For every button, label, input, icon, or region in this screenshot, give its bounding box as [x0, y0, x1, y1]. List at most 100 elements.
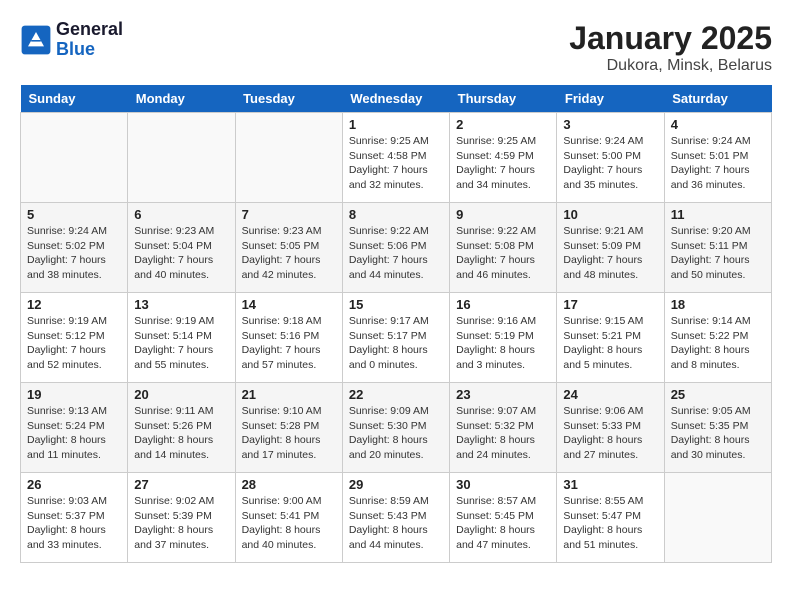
- month-title: January 2025: [569, 20, 772, 57]
- day-number: 23: [456, 387, 550, 402]
- day-info: Sunrise: 9:22 AM Sunset: 5:06 PM Dayligh…: [349, 224, 443, 283]
- day-info: Sunrise: 9:18 AM Sunset: 5:16 PM Dayligh…: [242, 314, 336, 373]
- day-info: Sunrise: 9:10 AM Sunset: 5:28 PM Dayligh…: [242, 404, 336, 463]
- calendar-day-cell: 23 Sunrise: 9:07 AM Sunset: 5:32 PM Dayli…: [450, 383, 557, 473]
- day-info: Sunrise: 9:14 AM Sunset: 5:22 PM Dayligh…: [671, 314, 765, 373]
- calendar-day-cell: [128, 113, 235, 203]
- calendar-day-cell: [21, 113, 128, 203]
- calendar-body: 1 Sunrise: 9:25 AM Sunset: 4:58 PM Daylig…: [21, 113, 772, 563]
- calendar-day-cell: 24 Sunrise: 9:06 AM Sunset: 5:33 PM Dayli…: [557, 383, 664, 473]
- day-info: Sunrise: 9:23 AM Sunset: 5:04 PM Dayligh…: [134, 224, 228, 283]
- weekday-header-sunday: Sunday: [21, 85, 128, 113]
- logo: General Blue: [20, 20, 123, 60]
- day-number: 9: [456, 207, 550, 222]
- calendar-day-cell: 21 Sunrise: 9:10 AM Sunset: 5:28 PM Dayli…: [235, 383, 342, 473]
- day-info: Sunrise: 9:23 AM Sunset: 5:05 PM Dayligh…: [242, 224, 336, 283]
- calendar-day-cell: 28 Sunrise: 9:00 AM Sunset: 5:41 PM Dayli…: [235, 473, 342, 563]
- calendar-day-cell: 30Sunrise: 8:57 AM Sunset: 5:45 PM Dayli…: [450, 473, 557, 563]
- calendar-week-row: 19Sunrise: 9:13 AM Sunset: 5:24 PM Dayli…: [21, 383, 772, 473]
- day-info: Sunrise: 9:17 AM Sunset: 5:17 PM Dayligh…: [349, 314, 443, 373]
- location: Dukora, Minsk, Belarus: [569, 57, 772, 75]
- logo-icon: [20, 24, 52, 56]
- day-number: 18: [671, 297, 765, 312]
- day-number: 3: [563, 117, 657, 132]
- calendar-day-cell: 13 Sunrise: 9:19 AM Sunset: 5:14 PM Dayli…: [128, 293, 235, 383]
- day-number: 2: [456, 117, 550, 132]
- calendar-day-cell: 2Sunrise: 9:25 AM Sunset: 4:59 PM Daylig…: [450, 113, 557, 203]
- day-number: 8: [349, 207, 443, 222]
- weekday-header-tuesday: Tuesday: [235, 85, 342, 113]
- calendar-day-cell: 6 Sunrise: 9:23 AM Sunset: 5:04 PM Daylig…: [128, 203, 235, 293]
- weekday-header-thursday: Thursday: [450, 85, 557, 113]
- day-number: 31: [563, 477, 657, 492]
- calendar-day-cell: 22Sunrise: 9:09 AM Sunset: 5:30 PM Dayli…: [342, 383, 449, 473]
- calendar-day-cell: 1 Sunrise: 9:25 AM Sunset: 4:58 PM Daylig…: [342, 113, 449, 203]
- day-info: Sunrise: 8:55 AM Sunset: 5:47 PM Dayligh…: [563, 494, 657, 553]
- logo-text: General Blue: [56, 20, 123, 60]
- day-number: 16: [456, 297, 550, 312]
- calendar-day-cell: 5Sunrise: 9:24 AM Sunset: 5:02 PM Daylig…: [21, 203, 128, 293]
- day-number: 12: [27, 297, 121, 312]
- day-info: Sunrise: 8:59 AM Sunset: 5:43 PM Dayligh…: [349, 494, 443, 553]
- day-info: Sunrise: 9:15 AM Sunset: 5:21 PM Dayligh…: [563, 314, 657, 373]
- day-info: Sunrise: 9:05 AM Sunset: 5:35 PM Dayligh…: [671, 404, 765, 463]
- weekday-header-friday: Friday: [557, 85, 664, 113]
- calendar-day-cell: 10Sunrise: 9:21 AM Sunset: 5:09 PM Dayli…: [557, 203, 664, 293]
- calendar-week-row: 12Sunrise: 9:19 AM Sunset: 5:12 PM Dayli…: [21, 293, 772, 383]
- day-number: 21: [242, 387, 336, 402]
- day-number: 10: [563, 207, 657, 222]
- day-number: 1: [349, 117, 443, 132]
- day-number: 28: [242, 477, 336, 492]
- day-number: 26: [27, 477, 121, 492]
- title-block: January 2025 Dukora, Minsk, Belarus: [569, 20, 772, 75]
- day-number: 7: [242, 207, 336, 222]
- calendar-week-row: 1 Sunrise: 9:25 AM Sunset: 4:58 PM Daylig…: [21, 113, 772, 203]
- calendar-day-cell: [664, 473, 771, 563]
- calendar-day-cell: 11 Sunrise: 9:20 AM Sunset: 5:11 PM Dayli…: [664, 203, 771, 293]
- calendar-day-cell: 27Sunrise: 9:02 AM Sunset: 5:39 PM Dayli…: [128, 473, 235, 563]
- day-info: Sunrise: 9:25 AM Sunset: 4:58 PM Dayligh…: [349, 134, 443, 193]
- day-info: Sunrise: 9:11 AM Sunset: 5:26 PM Dayligh…: [134, 404, 228, 463]
- day-number: 11: [671, 207, 765, 222]
- day-number: 29: [349, 477, 443, 492]
- day-info: Sunrise: 9:19 AM Sunset: 5:14 PM Dayligh…: [134, 314, 228, 373]
- day-number: 20: [134, 387, 228, 402]
- calendar-day-cell: 4Sunrise: 9:24 AM Sunset: 5:01 PM Daylig…: [664, 113, 771, 203]
- calendar-day-cell: 9 Sunrise: 9:22 AM Sunset: 5:08 PM Daylig…: [450, 203, 557, 293]
- calendar-day-cell: 14 Sunrise: 9:18 AM Sunset: 5:16 PM Dayli…: [235, 293, 342, 383]
- day-number: 30: [456, 477, 550, 492]
- day-info: Sunrise: 9:16 AM Sunset: 5:19 PM Dayligh…: [456, 314, 550, 373]
- day-number: 6: [134, 207, 228, 222]
- weekday-header-row: SundayMondayTuesdayWednesdayThursdayFrid…: [21, 85, 772, 113]
- day-number: 25: [671, 387, 765, 402]
- day-number: 14: [242, 297, 336, 312]
- calendar-day-cell: 17Sunrise: 9:15 AM Sunset: 5:21 PM Dayli…: [557, 293, 664, 383]
- calendar-day-cell: 8 Sunrise: 9:22 AM Sunset: 5:06 PM Daylig…: [342, 203, 449, 293]
- day-info: Sunrise: 9:00 AM Sunset: 5:41 PM Dayligh…: [242, 494, 336, 553]
- calendar-day-cell: 15Sunrise: 9:17 AM Sunset: 5:17 PM Dayli…: [342, 293, 449, 383]
- day-info: Sunrise: 9:06 AM Sunset: 5:33 PM Dayligh…: [563, 404, 657, 463]
- calendar-day-cell: 25 Sunrise: 9:05 AM Sunset: 5:35 PM Dayli…: [664, 383, 771, 473]
- page-header: General Blue January 2025 Dukora, Minsk,…: [20, 20, 772, 75]
- calendar-week-row: 26Sunrise: 9:03 AM Sunset: 5:37 PM Dayli…: [21, 473, 772, 563]
- calendar-day-cell: 29 Sunrise: 8:59 AM Sunset: 5:43 PM Dayli…: [342, 473, 449, 563]
- day-info: Sunrise: 9:20 AM Sunset: 5:11 PM Dayligh…: [671, 224, 765, 283]
- day-info: Sunrise: 9:07 AM Sunset: 5:32 PM Dayligh…: [456, 404, 550, 463]
- calendar-day-cell: [235, 113, 342, 203]
- calendar-week-row: 5Sunrise: 9:24 AM Sunset: 5:02 PM Daylig…: [21, 203, 772, 293]
- calendar-day-cell: 18 Sunrise: 9:14 AM Sunset: 5:22 PM Dayli…: [664, 293, 771, 383]
- day-number: 13: [134, 297, 228, 312]
- day-info: Sunrise: 9:13 AM Sunset: 5:24 PM Dayligh…: [27, 404, 121, 463]
- day-info: Sunrise: 9:24 AM Sunset: 5:01 PM Dayligh…: [671, 134, 765, 193]
- day-info: Sunrise: 9:22 AM Sunset: 5:08 PM Dayligh…: [456, 224, 550, 283]
- calendar-day-cell: 19Sunrise: 9:13 AM Sunset: 5:24 PM Dayli…: [21, 383, 128, 473]
- calendar-day-cell: 31 Sunrise: 8:55 AM Sunset: 5:47 PM Dayli…: [557, 473, 664, 563]
- day-number: 27: [134, 477, 228, 492]
- calendar-day-cell: 3Sunrise: 9:24 AM Sunset: 5:00 PM Daylig…: [557, 113, 664, 203]
- calendar-day-cell: 12Sunrise: 9:19 AM Sunset: 5:12 PM Dayli…: [21, 293, 128, 383]
- calendar-day-cell: 20 Sunrise: 9:11 AM Sunset: 5:26 PM Dayli…: [128, 383, 235, 473]
- weekday-header-monday: Monday: [128, 85, 235, 113]
- day-number: 24: [563, 387, 657, 402]
- day-info: Sunrise: 9:09 AM Sunset: 5:30 PM Dayligh…: [349, 404, 443, 463]
- calendar-table: SundayMondayTuesdayWednesdayThursdayFrid…: [20, 85, 772, 563]
